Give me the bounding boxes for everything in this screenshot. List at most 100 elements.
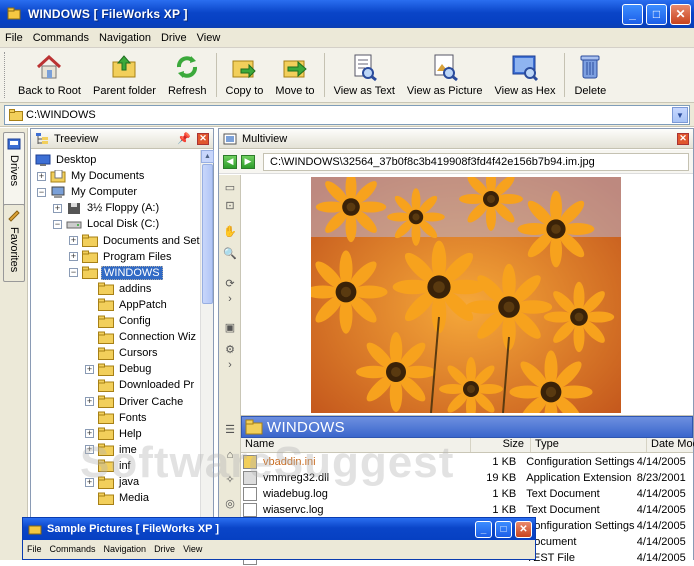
expand-toggle[interactable]: + — [85, 397, 94, 406]
expand-toggle[interactable]: + — [85, 364, 94, 374]
file-row[interactable]: wiadebug.log 1 KB Text Document 4/14/2005 — [241, 486, 693, 502]
tree-item[interactable]: Desktop — [35, 152, 98, 168]
scroll-thumb[interactable] — [202, 164, 213, 304]
chevron-right-icon[interactable]: › — [221, 291, 239, 307]
close-button[interactable]: ✕ — [670, 3, 691, 25]
sub-menu-drive[interactable]: Drive — [150, 544, 179, 554]
view-as-picture-button[interactable]: View as Picture — [401, 48, 489, 100]
tree-item[interactable]: Fonts — [85, 410, 149, 426]
target-icon[interactable]: ◎ — [221, 495, 239, 511]
list-view-icon[interactable]: ☰ — [221, 421, 239, 437]
address-dropdown-button[interactable]: ▼ — [672, 107, 688, 123]
tree-item[interactable]: + Help — [85, 426, 144, 442]
sub-close-button[interactable]: ✕ — [515, 520, 532, 538]
file-row[interactable]: vmmreg32.dll 19 KB Application Extension 8/… — [241, 470, 693, 486]
sub-minimize-button[interactable]: _ — [475, 520, 492, 538]
tree-item[interactable]: + Program Files — [69, 249, 173, 265]
move-to-button[interactable]: Move to — [269, 48, 320, 100]
expand-toggle[interactable]: + — [85, 429, 94, 439]
tree-item[interactable]: − My Computer — [37, 184, 139, 200]
column-type[interactable]: Type — [531, 438, 647, 452]
collapse-toggle[interactable]: − — [53, 219, 62, 229]
menu-file[interactable]: File — [0, 32, 28, 44]
settings-icon[interactable]: ⚙ — [221, 341, 239, 357]
forward-button[interactable]: ▶ — [241, 154, 255, 169]
menu-view[interactable]: View — [192, 32, 226, 44]
file-row[interactable]: vbaddin.ini 1 KB Configuration Settings 4/1… — [241, 454, 693, 470]
tree-item[interactable]: + Documents and Set — [69, 233, 201, 249]
tree-item[interactable]: AppPatch — [85, 297, 169, 313]
sub-maximize-button[interactable]: □ — [495, 520, 512, 538]
collapse-toggle[interactable]: − — [37, 187, 46, 197]
star-icon[interactable]: ✧ — [221, 471, 239, 487]
treeview-close-button[interactable]: ✕ — [197, 132, 209, 145]
folder-icon — [98, 443, 114, 457]
minimize-button[interactable]: _ — [622, 3, 643, 25]
multiview-close-button[interactable]: ✕ — [677, 132, 689, 145]
tree-item[interactable]: + My Documents — [37, 168, 146, 184]
back-to-root-button[interactable]: Back to Root — [12, 48, 87, 100]
parent-folder-button[interactable]: Parent folder — [87, 48, 162, 100]
maximize-button[interactable]: □ — [646, 3, 667, 25]
tree-item[interactable]: inf — [85, 458, 133, 474]
flowers-picture — [311, 177, 621, 413]
collapse-toggle[interactable]: − — [69, 268, 78, 278]
tree-item[interactable]: − Local Disk (C:) — [53, 216, 161, 232]
sub-menu-view[interactable]: View — [179, 544, 206, 554]
column-date-modified[interactable]: Date Modified — [647, 438, 694, 452]
select-tool-icon[interactable]: ▭ — [221, 179, 239, 195]
scroll-up-arrow[interactable]: ▲ — [201, 150, 214, 163]
tree-item[interactable]: + Driver Cache — [85, 394, 185, 410]
column-name[interactable]: Name — [241, 438, 471, 452]
pin-icon[interactable]: 📌 — [177, 132, 191, 145]
tree-item[interactable]: Cursors — [85, 345, 160, 361]
tree-item[interactable]: + ime — [85, 442, 139, 458]
tree-item[interactable]: addins — [85, 281, 153, 297]
copy-to-button[interactable]: Copy to — [220, 48, 270, 100]
drives-icon — [7, 138, 21, 150]
tree-item[interactable]: + Debug — [85, 361, 153, 377]
sub-menu-navigation[interactable]: Navigation — [100, 544, 151, 554]
app-icon — [7, 7, 21, 20]
hand-tool-icon[interactable]: ✋ — [221, 223, 239, 239]
tree-item-label: Help — [119, 427, 142, 440]
back-button[interactable]: ◀ — [223, 154, 237, 169]
tab-favorites[interactable]: Favorites — [3, 204, 25, 282]
tree-item[interactable]: Config — [85, 313, 153, 329]
home-icon[interactable]: ⌂ — [221, 447, 239, 463]
zoom-tool-icon[interactable]: 🔍 — [221, 245, 239, 261]
address-input[interactable] — [26, 109, 672, 121]
view-as-hex-button[interactable]: View as Hex — [489, 48, 562, 100]
view-as-text-button[interactable]: View as Text — [328, 48, 401, 100]
menu-drive[interactable]: Drive — [156, 32, 192, 44]
delete-button[interactable]: Delete — [568, 48, 612, 100]
tree-item[interactable]: Connection Wiz — [85, 329, 198, 345]
expand-toggle[interactable]: + — [37, 171, 46, 181]
tree-item[interactable]: − WINDOWS — [69, 265, 163, 281]
expand-toggle[interactable]: + — [69, 252, 78, 262]
file-row[interactable]: wiaservc.log 1 KB Text Document 4/14/2005 — [241, 502, 693, 518]
zoom-fit-icon[interactable]: ⊡ — [221, 197, 239, 213]
tree-item[interactable]: +3½ Floppy (A:) — [53, 200, 161, 216]
expand-toggle[interactable]: + — [69, 236, 78, 245]
sub-menu-file[interactable]: File — [23, 544, 46, 554]
expand-toggle[interactable]: + — [53, 203, 62, 213]
chevron-right-icon[interactable]: › — [221, 357, 239, 373]
treeview-scrollbar[interactable]: ▲ — [200, 150, 214, 560]
address-bar: ▼ — [0, 103, 694, 127]
toolbar-grip[interactable] — [4, 52, 10, 98]
rotate-icon[interactable]: ⟳ — [221, 275, 239, 291]
sample-pictures-window[interactable]: Sample Pictures [ FileWorks XP ] _ □ ✕ F… — [22, 517, 536, 560]
expand-toggle[interactable]: + — [85, 445, 94, 455]
tree-item[interactable]: + java — [85, 474, 141, 490]
preview-image[interactable] — [311, 177, 621, 413]
refresh-button[interactable]: Refresh — [162, 48, 213, 100]
expand-toggle[interactable]: + — [85, 477, 94, 487]
menu-navigation[interactable]: Navigation — [94, 32, 156, 44]
column-size[interactable]: Size — [471, 438, 531, 452]
menu-commands[interactable]: Commands — [28, 32, 94, 44]
tree-item[interactable]: Downloaded Pr — [85, 377, 196, 393]
tree-item[interactable]: Media — [85, 490, 151, 506]
slideshow-icon[interactable]: ▣ — [221, 319, 239, 335]
sub-menu-commands[interactable]: Commands — [46, 544, 100, 554]
